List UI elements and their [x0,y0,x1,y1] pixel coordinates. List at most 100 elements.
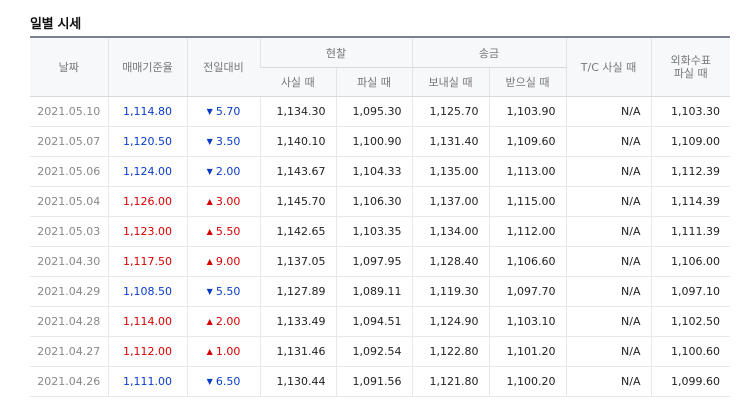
cell-transfer-send: 1,119.30 [411,276,489,307]
cell-date: 2021.05.04 [30,186,108,217]
cell-base-rate: 1,123.00 [107,216,187,247]
cell-change-value: 3.00 [215,195,241,208]
cell-transfer-receive: 1,113.00 [488,156,566,187]
cell-change: ▲ 3.00 [186,186,260,217]
cell-cash-buy: 1,134.30 [259,96,336,127]
table-row: 2021.04.27 1,112.00 ▲ 1.00 1,131.46 1,092.54 1… [30,336,730,367]
cell-change: ▼ 5.70 [186,96,260,127]
header-cash-buy: 사실 때 [260,67,336,97]
cell-cash-buy: 1,133.49 [259,306,336,337]
cell-transfer-receive: 1,112.00 [488,216,566,247]
cell-transfer-receive: 1,097.70 [488,276,566,307]
header-foreign-check: 외화수표 파실 때 [650,37,730,97]
cell-transfer-send: 1,128.40 [411,246,489,277]
cell-foreign-check: 1,111.39 [650,216,730,247]
cell-cash-sell: 1,089.11 [335,276,412,307]
cell-date: 2021.04.29 [30,276,108,307]
cell-change-value: 2.00 [215,315,241,328]
cell-tc-buy: N/A [565,306,651,337]
table-row: 2021.05.03 1,123.00 ▲ 5.50 1,142.65 1,103.35 1… [30,216,730,247]
cell-cash-sell: 1,092.54 [335,336,412,367]
cell-base-rate: 1,108.50 [107,276,187,307]
cell-tc-buy: N/A [565,156,651,187]
rate-table-body: 2021.05.10 1,114.80 ▼ 5.70 1,134.30 1,095.30 1… [30,96,730,397]
header-cash: 현찰 [259,37,412,68]
table-row: 2021.04.29 1,108.50 ▼ 5.50 1,127.89 1,089.11 1… [30,276,730,307]
cell-transfer-send: 1,124.90 [411,306,489,337]
table-row: 2021.05.10 1,114.80 ▼ 5.70 1,134.30 1,095.30 1… [30,96,730,127]
cell-cash-sell: 1,095.30 [335,96,412,127]
header-transfer-send: 보내실 때 [411,67,489,97]
cell-change: ▼ 6.50 [186,366,260,397]
cell-change: ▼ 3.50 [186,126,260,157]
cell-tc-buy: N/A [565,366,651,397]
cell-foreign-check: 1,114.39 [650,186,730,217]
header-base-rate: 매매기준율 [107,37,187,97]
cell-change-value: 2.00 [215,165,241,178]
cell-change: ▲ 5.50 [186,216,260,247]
cell-change-value: 6.50 [215,375,241,388]
cell-base-rate: 1,114.80 [107,96,187,127]
cell-change-value: 5.70 [215,105,241,118]
cell-foreign-check: 1,099.60 [650,366,730,397]
header-cash-sell: 파실 때 [335,67,412,97]
cell-date: 2021.05.06 [30,156,108,187]
cell-transfer-send: 1,125.70 [411,96,489,127]
cell-cash-buy: 1,140.10 [259,126,336,157]
cell-change: ▲ 1.00 [186,336,260,367]
cell-change-value: 1.00 [215,345,241,358]
cell-change: ▲ 9.00 [186,246,260,277]
daily-rate-panel: 일별 시세 날짜 매매기준율 전일대비 현찰 송금 T/C 사실 때 외화수표 [0,0,743,408]
triangle-up-icon: ▲ [206,347,213,356]
cell-cash-sell: 1,097.95 [335,246,412,277]
cell-foreign-check: 1,106.00 [650,246,730,277]
cell-date: 2021.04.27 [30,336,108,367]
cell-tc-buy: N/A [565,216,651,247]
table-row: 2021.04.26 1,111.00 ▼ 6.50 1,130.44 1,091.56 1… [30,366,730,397]
triangle-down-icon: ▼ [206,377,213,386]
cell-date: 2021.05.07 [30,126,108,157]
cell-cash-sell: 1,094.51 [335,306,412,337]
header-foreign-check-line1: 외화수표 [670,54,711,67]
cell-base-rate: 1,111.00 [107,366,187,397]
cell-foreign-check: 1,100.60 [650,336,730,367]
cell-tc-buy: N/A [565,246,651,277]
cell-foreign-check: 1,097.10 [650,276,730,307]
triangle-down-icon: ▼ [206,137,213,146]
triangle-down-icon: ▼ [206,107,213,116]
header-foreign-check-line2: 파실 때 [673,67,708,80]
cell-transfer-receive: 1,100.20 [488,366,566,397]
cell-change-value: 9.00 [215,255,241,268]
section-title: 일별 시세 [30,17,81,32]
cell-cash-sell: 1,106.30 [335,186,412,217]
triangle-up-icon: ▲ [206,257,213,266]
cell-tc-buy: N/A [565,126,651,157]
triangle-down-icon: ▼ [206,287,213,296]
cell-date: 2021.05.10 [30,96,108,127]
cell-tc-buy: N/A [565,276,651,307]
cell-change: ▼ 2.00 [186,156,260,187]
table-row: 2021.04.28 1,114.00 ▲ 2.00 1,133.49 1,094.51 1… [30,306,730,337]
cell-transfer-receive: 1,115.00 [488,186,566,217]
cell-cash-buy: 1,130.44 [259,366,336,397]
header-transfer: 송금 [411,37,566,68]
cell-base-rate: 1,120.50 [107,126,187,157]
cell-cash-sell: 1,103.35 [335,216,412,247]
cell-foreign-check: 1,112.39 [650,156,730,187]
cell-base-rate: 1,112.00 [107,336,187,367]
daily-rate-table: 날짜 매매기준율 전일대비 현찰 송금 T/C 사실 때 외화수표 파실 때 사… [30,36,730,397]
triangle-up-icon: ▲ [206,317,213,326]
cell-base-rate: 1,114.00 [107,306,187,337]
triangle-down-icon: ▼ [206,167,213,176]
table-row: 2021.05.04 1,126.00 ▲ 3.00 1,145.70 1,106.30 1… [30,186,730,217]
table-row: 2021.05.07 1,120.50 ▼ 3.50 1,140.10 1,100.90 1… [30,126,730,157]
cell-change: ▲ 2.00 [186,306,260,337]
cell-base-rate: 1,117.50 [107,246,187,277]
cell-cash-sell: 1,100.90 [335,126,412,157]
header-transfer-receive: 받으실 때 [488,67,566,97]
cell-transfer-send: 1,122.80 [411,336,489,367]
cell-tc-buy: N/A [565,186,651,217]
header-date: 날짜 [30,37,108,97]
cell-change-value: 5.50 [215,285,241,298]
cell-transfer-send: 1,137.00 [411,186,489,217]
